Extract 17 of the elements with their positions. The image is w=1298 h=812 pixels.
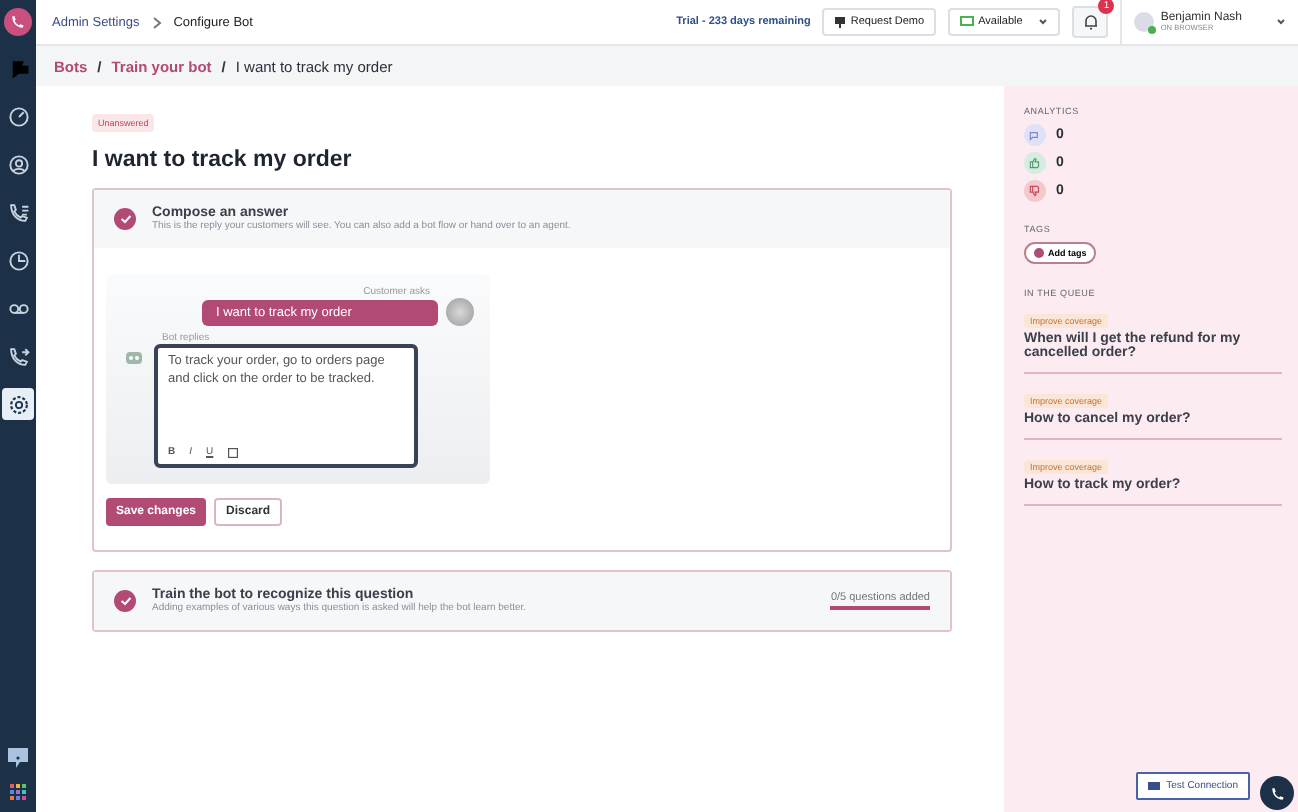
monitor-icon [834,16,847,28]
robot-icon [122,348,146,368]
apps-grid-icon[interactable] [9,784,27,802]
caret-icon[interactable] [1276,18,1286,26]
user-avatar[interactable] [1134,12,1155,32]
caret-icon [1038,18,1049,26]
phone-icon [1269,785,1285,801]
chevron-icon [151,15,162,29]
phone-button[interactable] [1260,776,1294,810]
bell-icon [1083,14,1098,30]
avatar-icon [446,298,474,326]
image-icon[interactable] [227,447,238,457]
logo-icon [4,8,32,36]
chat-icon [1148,781,1161,791]
screen-icon [960,16,975,28]
settings-icon[interactable] [2,388,34,420]
question-title: I want to track my order [92,148,352,172]
